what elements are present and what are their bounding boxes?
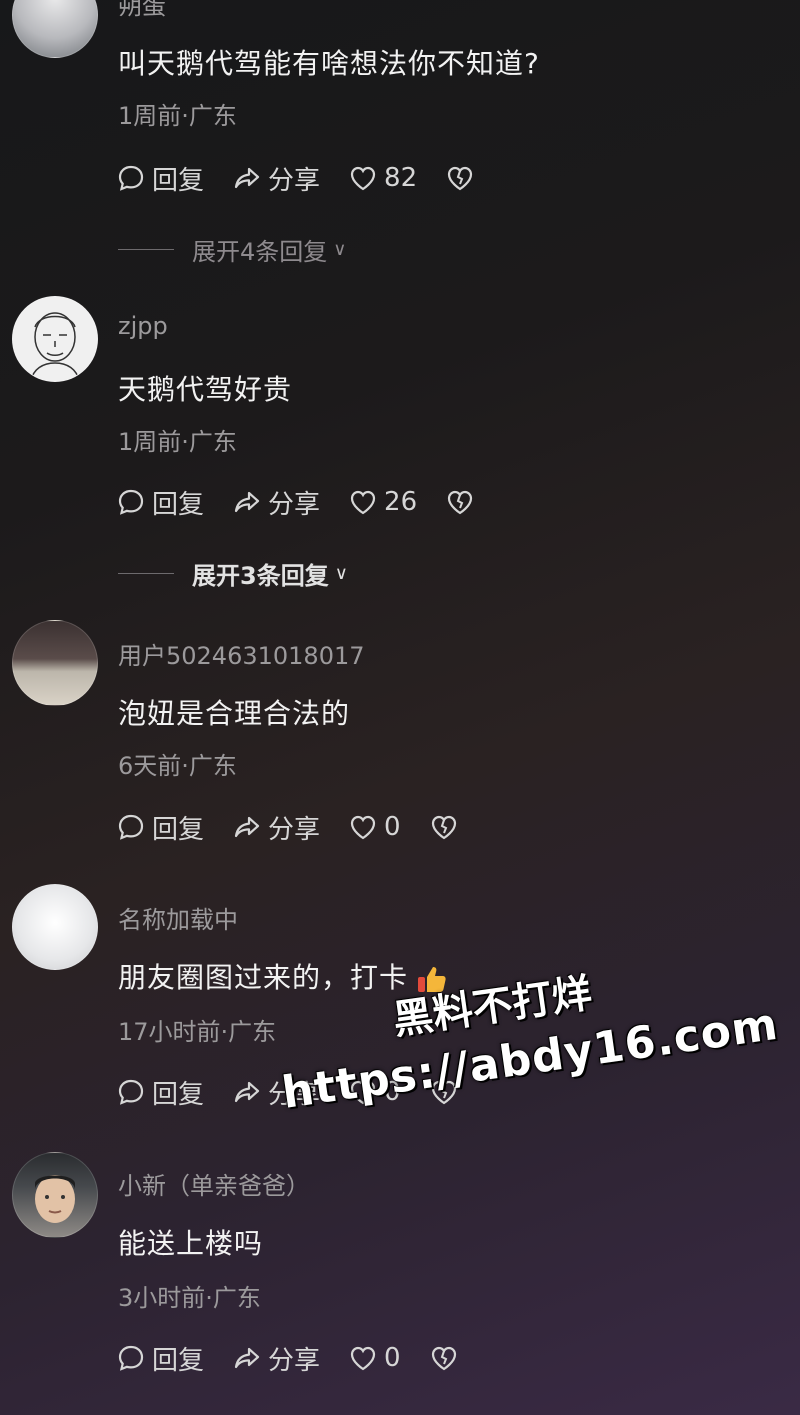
reply-button[interactable]: 回复 <box>116 1340 204 1377</box>
like-button[interactable]: 82 <box>348 163 417 193</box>
comment-text: 叫天鹅代驾能有啥想法你不知道? <box>118 47 540 80</box>
like-button[interactable]: 26 <box>348 487 417 517</box>
comment-meta: 3小时前·广东 <box>118 1284 261 1312</box>
comment-bubble-icon <box>118 814 144 840</box>
like-count: 0 <box>384 812 401 842</box>
comment-text: 能送上楼吗 <box>118 1227 264 1260</box>
share-button[interactable]: 分享 <box>232 1340 320 1377</box>
comment-meta: 6天前·广东 <box>118 752 237 780</box>
reply-label: 回复 <box>152 165 205 196</box>
divider-line <box>118 249 174 250</box>
comment-username[interactable]: 小新（单亲爸爸） <box>118 1166 310 1201</box>
like-button[interactable]: 0 <box>348 812 401 842</box>
dislike-button[interactable] <box>445 487 475 517</box>
share-label: 分享 <box>268 165 321 196</box>
like-count: 82 <box>384 163 418 193</box>
comment-actions: 回复 分享 0 <box>116 1340 459 1376</box>
comment-meta: 17小时前·广东 <box>118 1018 277 1046</box>
face-photo-image <box>35 1175 75 1223</box>
share-label: 分享 <box>268 1345 321 1376</box>
heart-icon <box>350 815 376 840</box>
share-arrow-icon <box>234 491 260 513</box>
avatar[interactable] <box>12 0 98 58</box>
avatar[interactable] <box>12 884 98 970</box>
reply-button[interactable]: 回复 <box>116 160 204 197</box>
reply-button[interactable]: 回复 <box>116 809 204 846</box>
avatar[interactable] <box>12 620 98 706</box>
reply-button[interactable]: 回复 <box>116 1074 204 1111</box>
reply-label: 回复 <box>152 1345 205 1376</box>
share-arrow-icon <box>234 1347 260 1369</box>
broken-heart-icon <box>448 166 473 191</box>
comment-text: 泡妞是合理合法的 <box>118 697 351 730</box>
dislike-button[interactable] <box>445 163 475 193</box>
share-button[interactable]: 分享 <box>232 160 320 197</box>
comment-meta: 1周前·广东 <box>118 102 237 130</box>
share-button[interactable]: 分享 <box>232 809 320 846</box>
comment-actions: 回复 分享 82 <box>116 160 475 196</box>
divider-line <box>118 573 174 574</box>
comment-bubble-icon <box>118 1345 144 1371</box>
expand-replies-button[interactable]: 展开4条回复 ∨ <box>118 232 346 267</box>
like-count: 0 <box>384 1343 401 1373</box>
share-arrow-icon <box>234 816 260 838</box>
comment-meta: 1周前·广东 <box>118 428 237 456</box>
reply-label: 回复 <box>152 489 205 520</box>
share-arrow-icon <box>234 1081 260 1103</box>
expand-replies-label: 展开4条回复 <box>192 238 328 266</box>
comment-bubble-icon <box>118 165 144 191</box>
like-count: 26 <box>384 487 418 517</box>
broken-heart-icon <box>431 815 456 840</box>
expand-replies-label: 展开3条回复 <box>192 562 329 590</box>
chevron-down-icon: ∨ <box>333 239 347 260</box>
comment-username[interactable]: 名称加载中 <box>118 900 238 935</box>
expand-replies-button[interactable]: 展开3条回复 ∨ <box>118 556 348 591</box>
avatar[interactable] <box>12 296 98 382</box>
reply-label: 回复 <box>152 1079 205 1110</box>
comment-text-content: 朋友圈图过来的，打卡 <box>118 961 409 994</box>
dislike-button[interactable] <box>429 812 459 842</box>
heart-icon <box>350 166 376 191</box>
comment-text: 天鹅代驾好贵 <box>118 373 293 406</box>
comment-username[interactable]: 朔蛋 <box>118 0 166 21</box>
broken-heart-icon <box>431 1346 456 1371</box>
comment-username[interactable]: 用户5024631018017 <box>118 636 365 671</box>
comment-bubble-icon <box>118 1079 144 1105</box>
heart-icon <box>350 1346 376 1371</box>
share-arrow-icon <box>234 167 260 189</box>
share-button[interactable]: 分享 <box>232 484 320 521</box>
broken-heart-icon <box>448 490 473 515</box>
comment-username[interactable]: zjpp <box>118 312 168 340</box>
reply-label: 回复 <box>152 814 205 845</box>
heart-icon <box>350 490 376 515</box>
reply-button[interactable]: 回复 <box>116 484 204 521</box>
dislike-button[interactable] <box>429 1343 459 1373</box>
comment-actions: 回复 分享 26 <box>116 484 475 520</box>
chevron-down-icon: ∨ <box>334 563 348 584</box>
share-label: 分享 <box>268 489 321 520</box>
sketch-portrait-image <box>30 312 80 381</box>
comment-actions: 回复 分享 0 <box>116 809 459 845</box>
comment-bubble-icon <box>118 489 144 515</box>
share-label: 分享 <box>268 814 321 845</box>
like-button[interactable]: 0 <box>348 1343 401 1373</box>
avatar[interactable] <box>12 1152 98 1238</box>
